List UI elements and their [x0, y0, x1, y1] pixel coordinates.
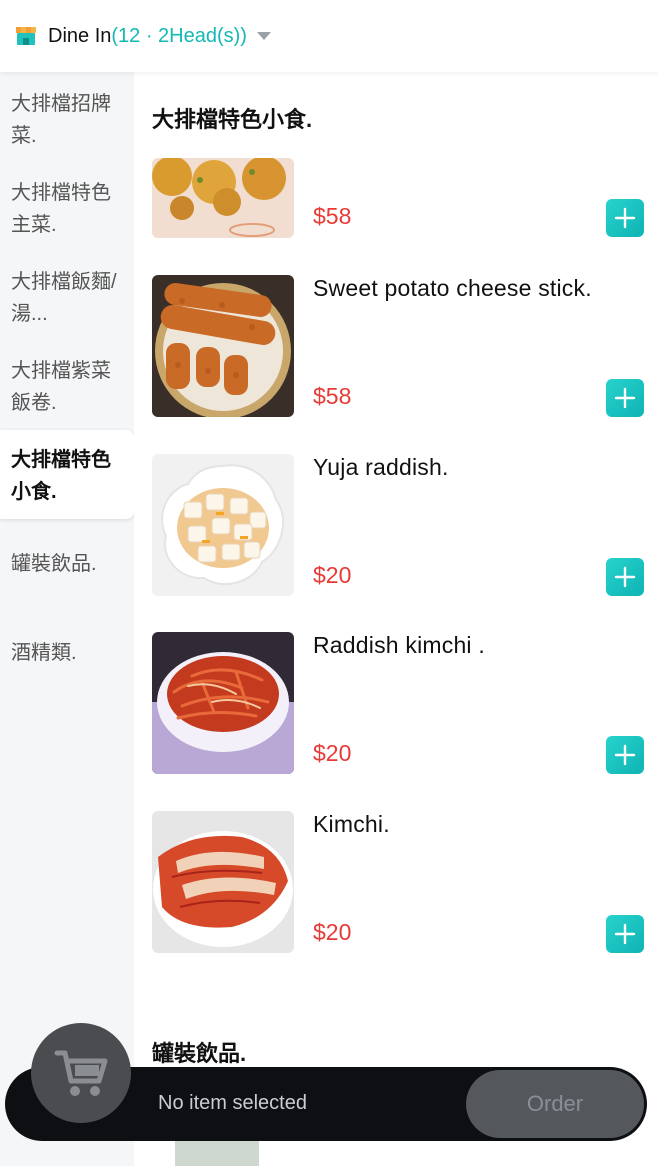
order-button[interactable]: Order: [466, 1070, 644, 1138]
table-headcount: (12 · 2Head(s)): [111, 24, 247, 47]
item-price: $20: [313, 919, 352, 945]
plus-icon: [614, 207, 636, 229]
food-image[interactable]: [152, 275, 294, 417]
cart-status: No item selected: [158, 1092, 307, 1114]
list-item[interactable]: Sweet potato cheese stick. $58: [152, 275, 644, 418]
chevron-down-icon[interactable]: [256, 32, 271, 40]
header: Dine In (12 · 2Head(s)): [0, 0, 658, 72]
sidebar-item-canned-drinks[interactable]: 罐裝飲品.: [0, 534, 134, 623]
sidebar-item-label: 大排檔紫菜飯卷.: [11, 360, 111, 414]
list-item[interactable]: Kimchi. $20: [152, 811, 644, 954]
sidebar-item-label: 罐裝飲品.: [11, 553, 97, 575]
dining-mode-selector[interactable]: Dine In (12 · 2Head(s)): [48, 25, 271, 48]
plus-icon: [614, 566, 636, 588]
plus-icon: [614, 387, 636, 409]
section-title-next: 罐裝飲品.: [152, 1041, 247, 1066]
food-image[interactable]: [152, 158, 294, 238]
item-name: Sweet potato cheese stick.: [313, 275, 592, 301]
sidebar-item-label: 酒精類.: [11, 642, 77, 664]
add-to-cart-button[interactable]: [606, 379, 644, 417]
section-title: 大排檔特色小食.: [152, 107, 313, 132]
sidebar-item-label: 大排檔特色小食.: [11, 449, 111, 503]
sidebar-item-signature[interactable]: 大排檔招牌菜.: [0, 74, 134, 163]
food-image[interactable]: [152, 632, 294, 774]
item-name: Raddish kimchi .: [313, 632, 485, 658]
sidebar-item-rice-noodles-soup[interactable]: 大排檔飯麵/湯...: [0, 252, 134, 341]
list-item[interactable]: Yuja raddish. $20: [152, 454, 644, 597]
item-price: $20: [313, 740, 352, 766]
sidebar-item-snacks[interactable]: 大排檔特色小食.: [0, 430, 134, 519]
add-to-cart-button[interactable]: [606, 736, 644, 774]
next-item-image-peek: [175, 1140, 259, 1166]
dining-mode-label: Dine In: [48, 24, 112, 47]
sidebar-item-alcohol[interactable]: 酒精類.: [0, 623, 134, 712]
food-image[interactable]: [152, 454, 294, 596]
sidebar-item-mains[interactable]: 大排檔特色主菜.: [0, 163, 134, 252]
item-name: Yuja raddish.: [313, 454, 449, 480]
item-price: $58: [313, 383, 352, 409]
sidebar-item-label: 大排檔招牌菜.: [11, 93, 111, 147]
product-list[interactable]: 大排檔特色小食. $58 Sweet potato cheese stick. …: [134, 72, 658, 1166]
plus-icon: [614, 923, 636, 945]
store-icon: [14, 24, 38, 48]
cart-icon: [54, 1050, 108, 1096]
cart-button[interactable]: [31, 1023, 131, 1123]
sidebar-item-kimbap[interactable]: 大排檔紫菜飯卷.: [0, 341, 134, 430]
sidebar-item-label: 大排檔特色主菜.: [11, 182, 111, 236]
item-price: $20: [313, 562, 352, 588]
list-item[interactable]: $58: [152, 158, 644, 238]
item-price: $58: [313, 203, 352, 229]
add-to-cart-button[interactable]: [606, 199, 644, 237]
sidebar-item-label: 大排檔飯麵/湯...: [11, 271, 117, 325]
add-to-cart-button[interactable]: [606, 558, 644, 596]
plus-icon: [614, 744, 636, 766]
add-to-cart-button[interactable]: [606, 915, 644, 953]
list-item[interactable]: Raddish kimchi . $20: [152, 632, 644, 775]
category-sidebar: 大排檔招牌菜. 大排檔特色主菜. 大排檔飯麵/湯... 大排檔紫菜飯卷. 大排檔…: [0, 72, 134, 1166]
food-image[interactable]: [152, 811, 294, 953]
item-name: Kimchi.: [313, 811, 390, 837]
